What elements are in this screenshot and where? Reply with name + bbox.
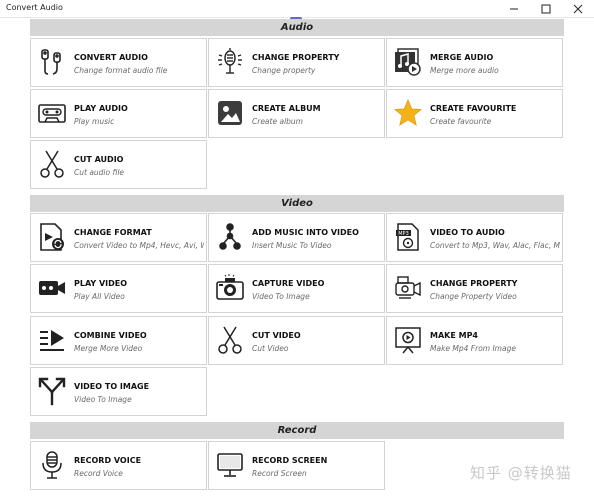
music-playlist-icon (393, 47, 423, 77)
card-title: CONVERT AUDIO (74, 53, 148, 62)
card-merge-audio[interactable]: MERGE AUDIO Merge more audio (386, 38, 563, 87)
card-combine-video[interactable]: COMBINE VIDEO Merge More Video (30, 316, 207, 365)
card-cut-audio[interactable]: CUT AUDIO Cut audio file (30, 140, 207, 189)
card-title: MERGE AUDIO (430, 53, 494, 62)
video-list-icon (37, 325, 67, 355)
card-change-property-audio[interactable]: CHANGE PROPERTY Change property (208, 38, 385, 87)
card-subtitle: Convert to Mp3, Wav, Alac, Flac, M4a, (430, 241, 560, 250)
card-play-video[interactable]: PLAY VIDEO Play All Video (30, 264, 207, 313)
card-title: CREATE ALBUM (252, 104, 321, 113)
card-add-music-into-video[interactable]: ADD MUSIC INTO VIDEO Insert Music To Vid… (208, 213, 385, 262)
card-make-mp4[interactable]: MAKE MP4 Make Mp4 From Image (386, 316, 563, 365)
video-file-convert-icon (37, 222, 67, 252)
card-subtitle: Cut audio file (74, 168, 125, 177)
card-create-favourite[interactable]: CREATE FAVOURITE Create favourite (386, 89, 563, 138)
close-icon (573, 4, 583, 14)
studio-microphone-icon (37, 450, 67, 480)
card-title: MAKE MP4 (430, 331, 478, 340)
card-create-album[interactable]: CREATE ALBUM Create album (208, 89, 385, 138)
section-title: Video (281, 198, 313, 209)
card-subtitle: Create album (252, 117, 303, 126)
section-title: Audio (280, 22, 314, 33)
presentation-play-icon (393, 325, 423, 355)
card-title: CHANGE PROPERTY (252, 53, 340, 62)
card-cut-video[interactable]: CUT VIDEO Cut Video (208, 316, 385, 365)
card-subtitle: Merge More Video (74, 344, 143, 353)
card-subtitle: Record Screen (252, 469, 307, 478)
card-title: CUT AUDIO (74, 155, 124, 164)
card-subtitle: Make Mp4 From Image (430, 344, 516, 353)
video-camera-icon (37, 273, 67, 303)
card-capture-video[interactable]: CAPTURE VIDEO Video To Image (208, 264, 385, 313)
card-subtitle: Insert Music To Video (252, 241, 332, 250)
card-title: COMBINE VIDEO (74, 331, 147, 340)
window-title: Convert Audio (6, 3, 63, 12)
card-change-property-video[interactable]: CHANGE PROPERTY Change Property Video (386, 264, 563, 313)
card-change-format[interactable]: CHANGE FORMAT Convert Video to Mp4, Hevc… (30, 213, 207, 262)
scissors-icon (37, 149, 67, 179)
card-subtitle: Change Property Video (430, 292, 517, 301)
cassette-icon (37, 98, 67, 128)
card-title: CHANGE FORMAT (74, 228, 152, 237)
card-title: CUT VIDEO (252, 331, 301, 340)
card-record-screen[interactable]: RECORD SCREEN Record Screen (208, 441, 385, 490)
card-convert-audio[interactable]: CONVERT AUDIO Change format audio file (30, 38, 207, 87)
minimize-icon (510, 8, 518, 10)
card-subtitle: Play music (74, 117, 115, 126)
star-icon (393, 98, 423, 128)
image-album-icon (215, 98, 245, 128)
card-subtitle: Change format audio file (74, 66, 168, 75)
card-subtitle: Convert Video to Mp4, Hevc, Avi, Wm (74, 241, 204, 250)
watermark-text: 知乎 @转换猫 (470, 464, 572, 482)
card-title: CAPTURE VIDEO (252, 279, 325, 288)
card-subtitle: Create favourite (430, 117, 492, 126)
card-subtitle: Merge more audio (430, 66, 499, 75)
card-subtitle: Change property (252, 66, 316, 75)
section-header-audio: Audio (30, 19, 564, 36)
card-title: PLAY AUDIO (74, 104, 128, 113)
merge-nodes-icon (215, 222, 245, 252)
card-title: VIDEO TO IMAGE (74, 382, 150, 391)
card-video-to-audio[interactable]: MP3 VIDEO TO AUDIO Convert to Mp3, Wav, … (386, 213, 563, 262)
scissors-icon (215, 325, 245, 355)
section-header-video: Video (30, 195, 564, 212)
card-title: VIDEO TO AUDIO (430, 228, 505, 237)
card-subtitle: Cut Video (252, 344, 289, 353)
card-title: CREATE FAVOURITE (430, 104, 517, 113)
maximize-button[interactable] (530, 0, 562, 18)
split-arrows-icon (37, 376, 67, 406)
card-record-voice[interactable]: RECORD VOICE Record Voice (30, 441, 207, 490)
card-title: ADD MUSIC INTO VIDEO (252, 228, 359, 237)
photo-camera-icon (215, 273, 245, 303)
section-header-record: Record (30, 422, 564, 439)
svg-text:MP3: MP3 (398, 231, 409, 237)
maximize-icon (541, 4, 551, 14)
mp3-file-icon: MP3 (393, 222, 423, 252)
close-button[interactable] (562, 0, 594, 18)
microphone-icon (215, 47, 245, 77)
earphones-icon (37, 47, 67, 77)
card-play-audio[interactable]: PLAY AUDIO Play music (30, 89, 207, 138)
card-subtitle: Video To Image (252, 292, 310, 301)
card-title: RECORD VOICE (74, 456, 142, 465)
section-title: Record (277, 425, 317, 436)
title-bar: Convert Audio (0, 0, 594, 18)
card-subtitle: Play All Video (74, 292, 125, 301)
card-video-to-image[interactable]: VIDEO TO IMAGE Video To Image (30, 367, 207, 416)
card-title: CHANGE PROPERTY (430, 279, 518, 288)
card-title: PLAY VIDEO (74, 279, 128, 288)
card-subtitle: Video To Image (74, 395, 132, 404)
card-title: RECORD SCREEN (252, 456, 328, 465)
card-subtitle: Record Voice (74, 469, 123, 478)
monitor-icon (215, 450, 245, 480)
minimize-button[interactable] (498, 0, 530, 18)
camcorder-icon (393, 273, 423, 303)
